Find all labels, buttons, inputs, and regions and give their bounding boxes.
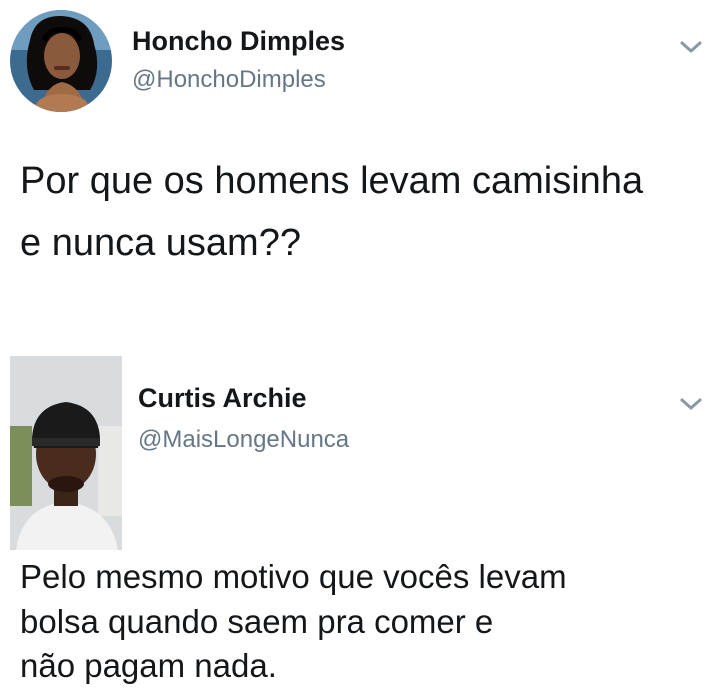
tweet-text-line: não pagam nada. bbox=[20, 647, 277, 684]
avatar[interactable] bbox=[10, 356, 122, 550]
user-handle[interactable]: @HonchoDimples bbox=[132, 66, 326, 94]
tweet-text-line: Por que os homens levam camisinha bbox=[20, 160, 644, 202]
avatar[interactable] bbox=[10, 10, 112, 112]
tweet-card: Curtis Archie @MaisLongeNunca Pelo mesmo… bbox=[0, 340, 720, 698]
tweet-text-line: Pelo mesmo motivo que vocês levam bbox=[20, 558, 567, 595]
chevron-down-icon[interactable] bbox=[678, 394, 704, 414]
user-handle[interactable]: @MaisLongeNunca bbox=[138, 426, 349, 454]
display-name[interactable]: Honcho Dimples bbox=[132, 26, 345, 57]
tweet-text-line: e nunca usam?? bbox=[20, 222, 301, 264]
chevron-down-icon[interactable] bbox=[678, 37, 704, 57]
display-name[interactable]: Curtis Archie bbox=[138, 383, 307, 414]
tweet-card: Honcho Dimples @HonchoDimples Por que os… bbox=[0, 0, 720, 340]
tweet-text-line: bolsa quando saem pra comer e bbox=[20, 603, 494, 640]
